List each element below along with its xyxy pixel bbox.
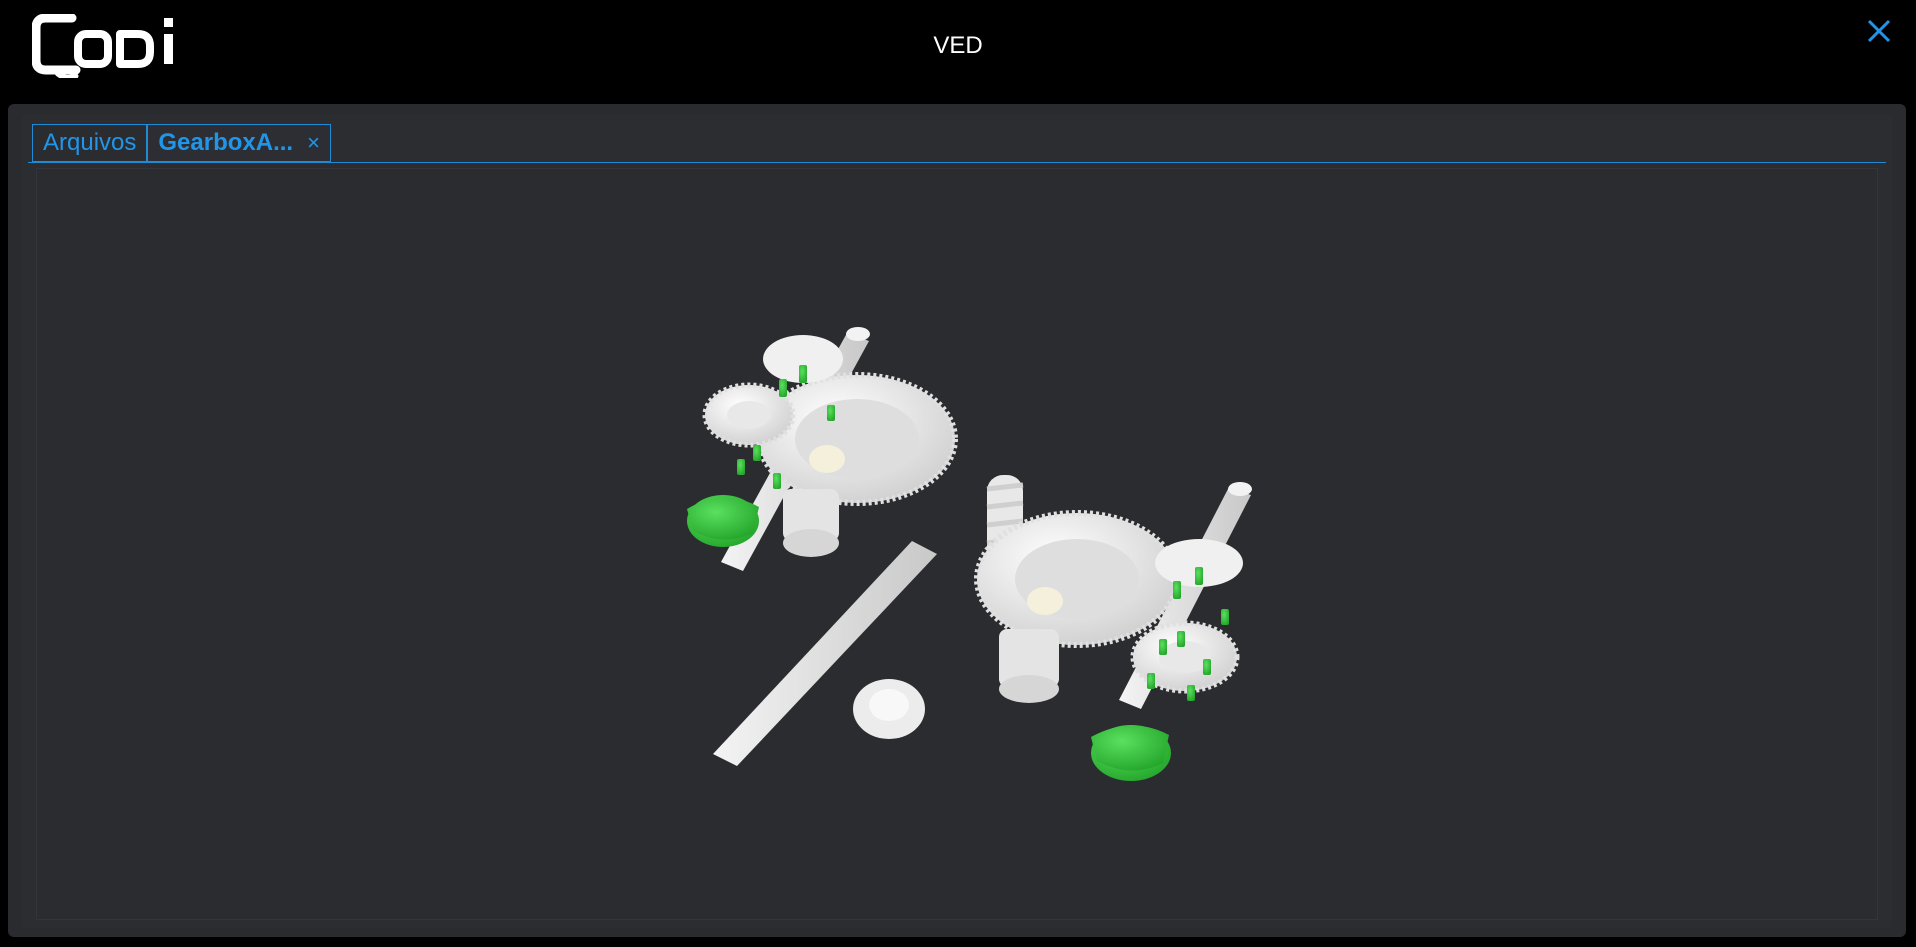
top-bar: VED bbox=[0, 0, 1916, 104]
tab-divider bbox=[28, 162, 1886, 163]
main-panel: Arquivos GearboxA... × bbox=[8, 104, 1906, 937]
right-bearing-housing bbox=[999, 629, 1059, 703]
close-icon[interactable]: × bbox=[307, 132, 320, 154]
tab-label: Arquivos bbox=[43, 129, 137, 156]
tab-gearbox[interactable]: GearboxA... × bbox=[147, 124, 331, 162]
tab-arquivos[interactable]: Arquivos bbox=[32, 124, 148, 162]
gearbox-3d-model[interactable] bbox=[37, 169, 1879, 921]
close-icon[interactable] bbox=[1864, 16, 1894, 46]
viewer-panel: Arquivos GearboxA... × bbox=[22, 114, 1892, 928]
tab-bar: Arquivos GearboxA... × bbox=[32, 124, 331, 162]
app-title: VED bbox=[933, 32, 983, 59]
right-large-gear bbox=[974, 510, 1180, 648]
tab-label: GearboxA... bbox=[158, 129, 294, 156]
central-shaft-end-cap bbox=[853, 679, 925, 739]
3d-viewer-canvas[interactable] bbox=[36, 168, 1878, 920]
left-bearing-housing bbox=[783, 489, 839, 557]
left-large-gear bbox=[756, 372, 958, 506]
